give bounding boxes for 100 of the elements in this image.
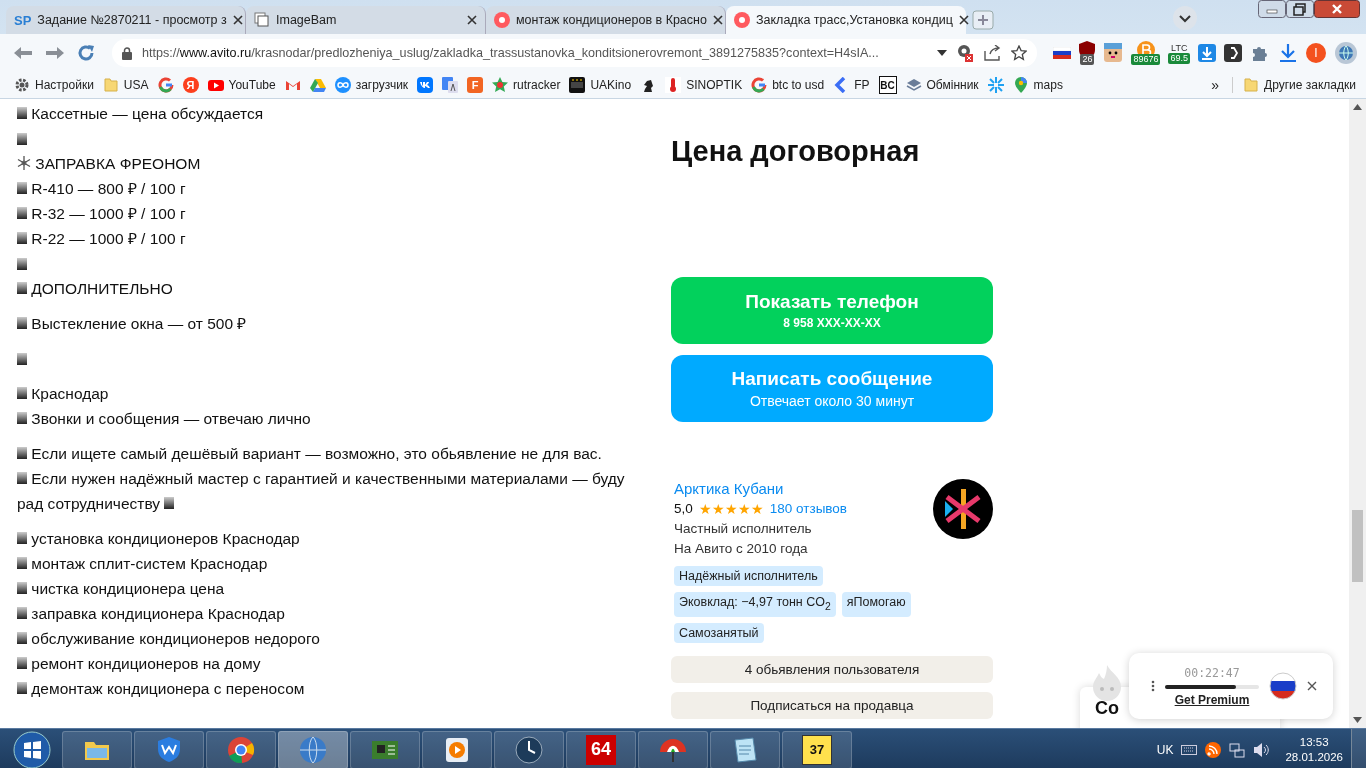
square-bullet-icon: [17, 317, 27, 330]
description-line: R-32 — 1000 ₽ / 100 г: [17, 201, 186, 226]
gear-globe-icon[interactable]: [1334, 41, 1358, 65]
speaker-icon[interactable]: [1253, 741, 1270, 758]
seller-badge: Эковклад: −4,97 тонн CO$_{2}$: [674, 592, 836, 617]
bookmark[interactable]: Настройки: [14, 77, 94, 93]
dot-icon: [734, 12, 750, 28]
close-icon[interactable]: [958, 15, 969, 25]
seller-action-button[interactable]: Подписаться на продавца: [671, 691, 993, 719]
bookmark-logo[interactable]: Я: [182, 77, 199, 93]
ticker-label: LTC: [1171, 42, 1188, 53]
bookmark[interactable]: Обмінник: [905, 77, 979, 93]
feed-icon[interactable]: [1205, 741, 1222, 758]
taskbar-app[interactable]: 64: [566, 730, 636, 768]
more-icon[interactable]: [1151, 680, 1155, 692]
face-icon[interactable]: [1103, 43, 1124, 63]
seller-action-button[interactable]: 4 обьявления пользователя: [671, 655, 993, 683]
bookmark[interactable]: btc to usd: [751, 77, 825, 93]
taskbar-app[interactable]: [422, 730, 492, 768]
rating-value: 5,0: [674, 500, 693, 518]
start-orb-icon[interactable]: [12, 729, 52, 768]
square-bullet-icon: [17, 207, 27, 220]
spark-icon[interactable]: [987, 77, 1004, 93]
minimize-icon[interactable]: [1258, 0, 1286, 18]
download-icon[interactable]: [1198, 44, 1216, 62]
square-bullet-icon: [17, 282, 27, 295]
seller-name-link[interactable]: Арктика Кубани: [674, 479, 848, 499]
close-icon[interactable]: [1314, 0, 1360, 18]
square-bullet-icon: [17, 412, 27, 425]
close-icon[interactable]: [232, 15, 243, 25]
seller-badge: Самозанятый: [674, 622, 764, 643]
bookmark[interactable]: USA: [102, 77, 149, 93]
download-icon[interactable]: [1278, 43, 1298, 63]
badge-count: 26: [1080, 54, 1095, 65]
square-bullet-icon: [17, 257, 27, 270]
bookmark[interactable]: FP: [833, 77, 870, 93]
flag-icon[interactable]: [1269, 672, 1297, 700]
star-icon: [492, 77, 509, 93]
address-bar[interactable]: https://www.avito.ru/krasnodar/predlozheniya_uslug/zakladka_trassustanovka_konditsionerovremont_3891275835?context=H4sIA...: [112, 39, 1038, 67]
reload-icon[interactable]: [76, 43, 96, 63]
scrollbar[interactable]: [1349, 99, 1366, 728]
reviews-link[interactable]: 180 отзывов: [769, 499, 848, 519]
language-indicator[interactable]: UK: [1156, 742, 1174, 757]
taskbar-app[interactable]: [278, 730, 348, 768]
chevron-down-icon[interactable]: [1172, 5, 1198, 31]
taskbar-app[interactable]: [134, 730, 204, 768]
bookmark[interactable]: загрузчик: [334, 77, 409, 93]
g-logo-icon[interactable]: [157, 77, 174, 93]
bookmark[interactable]: rutracker: [492, 77, 561, 93]
scroll-down-icon[interactable]: [1353, 717, 1362, 723]
scroll-up-icon[interactable]: [1353, 104, 1362, 110]
shield-extension[interactable]: 26: [1079, 41, 1096, 65]
taskbar-app[interactable]: [494, 730, 564, 768]
forward-icon[interactable]: [44, 45, 66, 61]
keyboard-icon[interactable]: [1181, 744, 1198, 755]
app-logo: 64: [586, 734, 616, 765]
flag-icon[interactable]: [1053, 47, 1072, 59]
calendar-icon: 37: [802, 734, 832, 765]
map-pin-icon: [1012, 77, 1029, 93]
premium-link[interactable]: Get Premium: [1174, 692, 1250, 707]
close-icon[interactable]: [712, 15, 723, 25]
taskbar-app[interactable]: 37: [782, 730, 852, 768]
square-bullet-icon: [17, 582, 27, 595]
maximize-icon[interactable]: [1286, 0, 1314, 18]
clock-date: 28.01.2026: [1285, 749, 1343, 765]
square-bullet-icon: [164, 497, 175, 510]
taskbar-app[interactable]: [710, 730, 780, 768]
browser-tab[interactable]: SP Задание №2870211 - просмотр з: [6, 6, 246, 34]
taskbar-app[interactable]: [350, 730, 420, 768]
bookmark-logo[interactable]: BC: [878, 76, 897, 94]
taskbar-app[interactable]: [62, 730, 132, 768]
url-text: https://www.avito.ru/krasnodar/predlozheniya_uslug/zakladka_trassustanovka_konditsionerovremont_3891275835?context=H4sIA...: [142, 46, 879, 60]
share-icon[interactable]: [983, 45, 1002, 61]
more-bookmarks-button[interactable]: »: [1207, 77, 1224, 93]
back-icon[interactable]: [12, 45, 34, 61]
browser-tab[interactable]: монтаж кондиционеров в Красно: [486, 6, 726, 34]
bitcoin-extension[interactable]: 89676: [1131, 41, 1161, 65]
snowflake-icon: [17, 156, 31, 171]
bookmark[interactable]: UAKino: [569, 77, 632, 93]
translate-icon[interactable]: [442, 77, 459, 93]
bookmark[interactable]: maps: [1012, 77, 1063, 93]
triangle-icon[interactable]: [309, 77, 326, 93]
square-bullet-icon: [17, 682, 27, 695]
location-blocked-icon[interactable]: [957, 44, 974, 62]
bookmark-folder[interactable]: Другие закладки: [1232, 77, 1356, 93]
taskbar-app[interactable]: [206, 730, 276, 768]
bookmark-star-icon[interactable]: [1011, 45, 1028, 61]
bookmark[interactable]: YouTube: [207, 77, 276, 93]
bracket-icon[interactable]: [1224, 44, 1242, 62]
bookmark[interactable]: SINOPTIK: [665, 77, 743, 93]
vk-logo-icon[interactable]: [417, 77, 434, 93]
close-icon[interactable]: [1307, 681, 1317, 691]
dropdown-icon[interactable]: [937, 50, 948, 56]
ltc-extension[interactable]: LTC 69.5: [1168, 42, 1190, 64]
browser-tab[interactable]: ImageBam: [246, 6, 486, 34]
browser-tab[interactable]: Закладка трасс,Установка кондиц: [726, 6, 966, 34]
scroll-thumb[interactable]: [1352, 510, 1363, 582]
network-icon[interactable]: [1229, 741, 1246, 758]
close-icon[interactable]: [467, 15, 477, 25]
square-bullet-icon: [17, 632, 27, 645]
